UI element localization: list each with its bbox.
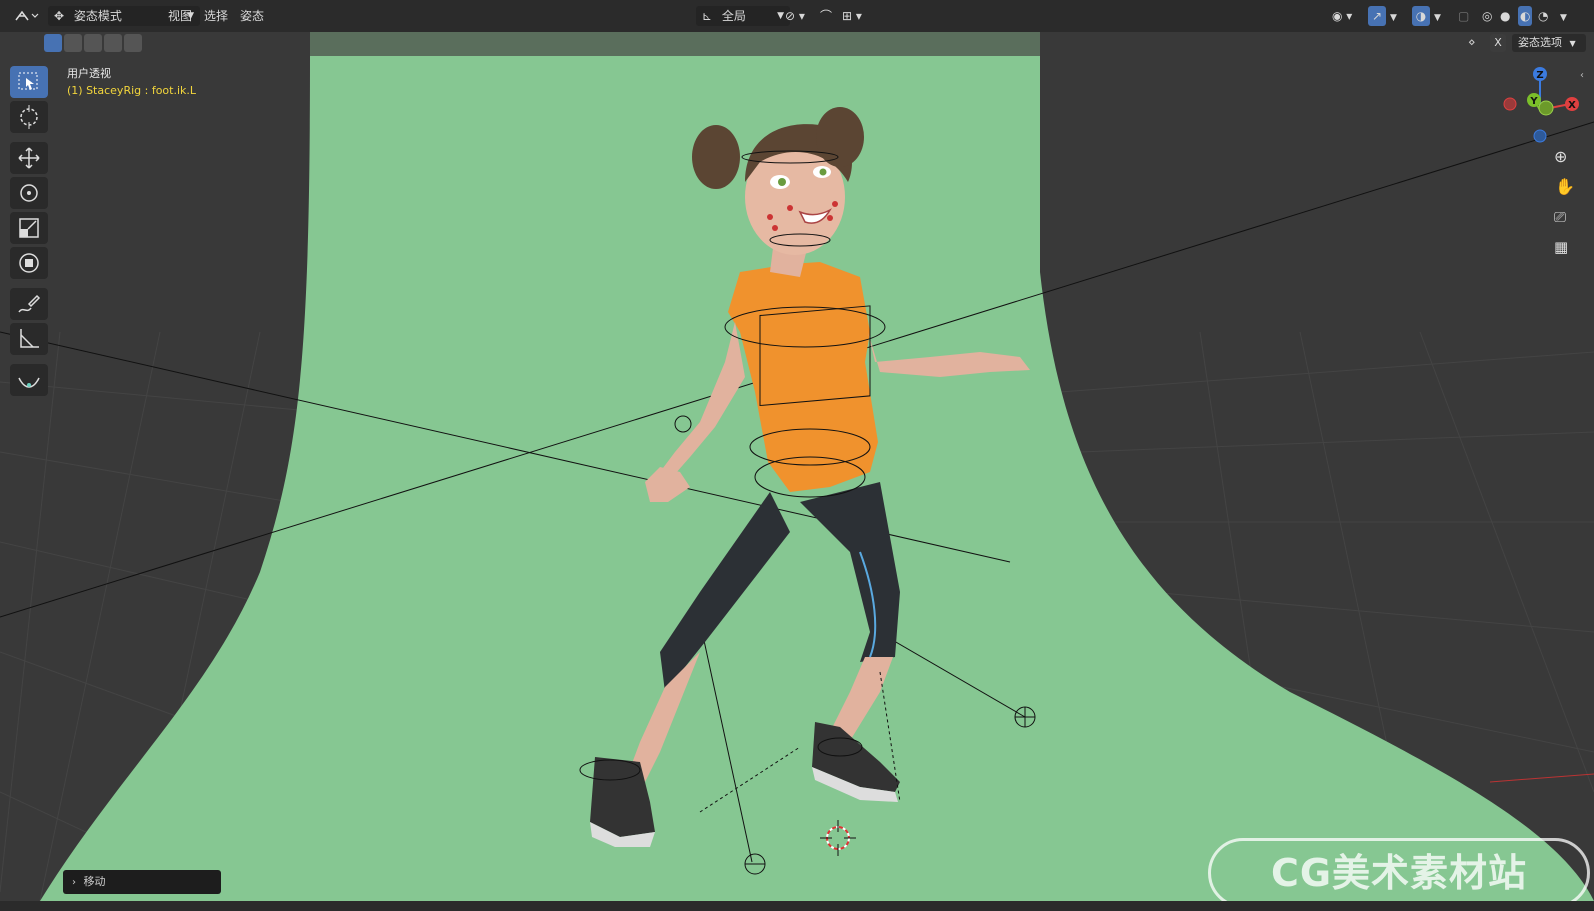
tool-select-box[interactable] xyxy=(10,66,48,98)
x-axis-line xyxy=(1489,773,1594,783)
pan-button[interactable]: ✋ xyxy=(1548,174,1576,202)
viewport-scene xyxy=(0,32,1594,901)
chevron-down-icon: ▼ xyxy=(1390,13,1397,23)
gizmo-y-label: Y xyxy=(1529,96,1538,107)
xray-icon: ▢ xyxy=(1458,9,1470,23)
move-icon xyxy=(18,147,40,169)
relax-pose-icon xyxy=(18,377,40,388)
mode-label: 姿态模式 xyxy=(73,9,122,23)
shading-dropdown[interactable]: ▼ xyxy=(1560,6,1567,26)
active-object-label: (1) StaceyRig : foot.ik.L xyxy=(67,84,197,97)
scale-icon xyxy=(19,218,39,238)
zoom-icon: ⊕ xyxy=(1554,147,1568,166)
watermark: CG美术素材站 xyxy=(1208,838,1590,901)
shading-rendered[interactable]: ◔ xyxy=(1538,6,1548,26)
pivot-point-button[interactable]: ⊘ ▾ xyxy=(785,6,805,26)
axis-icon: ⊾ xyxy=(702,9,713,23)
pivot-icon: ⊘ ▾ xyxy=(785,9,805,23)
visibility-button[interactable]: ◉ ▾ xyxy=(1332,6,1352,26)
magnet-icon: ⌒ xyxy=(820,9,833,23)
rotate-icon xyxy=(20,184,38,202)
select-subtract-icon[interactable] xyxy=(84,34,102,52)
chevron-down-icon: ▼ xyxy=(1569,39,1576,48)
camera-view-button[interactable]: ⎚ xyxy=(1548,204,1576,232)
select-invert-icon[interactable] xyxy=(104,34,122,52)
3d-viewport[interactable]: ⋄ X 姿态选项 ▼ 用户透视 (1) StaceyRig : foot.ik.… xyxy=(0,32,1594,901)
grid-icon: ▦ xyxy=(1554,238,1569,256)
gizmo-toggle[interactable]: ↗ xyxy=(1368,6,1386,26)
zoom-button[interactable]: ⊕ xyxy=(1548,144,1576,172)
hand-icon: ✋ xyxy=(1555,177,1575,196)
tool-shelf xyxy=(10,66,48,399)
editor-type-button[interactable] xyxy=(12,6,40,26)
overlay-toggle[interactable]: ◑ xyxy=(1412,6,1430,26)
select-new-icon[interactable] xyxy=(44,34,62,52)
gizmo-x-label: X xyxy=(1568,100,1576,111)
last-operator-panel[interactable]: › 移动 xyxy=(63,870,221,894)
orientation-label: 全局 xyxy=(721,9,746,23)
snap-target-button[interactable]: ⊞ ▾ xyxy=(842,6,862,26)
pose-options-dropdown[interactable]: 姿态选项 ▼ xyxy=(1512,34,1586,52)
operator-label: 移动 xyxy=(83,875,106,888)
shading-material[interactable]: ◐ xyxy=(1518,6,1533,26)
eye-icon: ◉ ▾ xyxy=(1332,9,1353,23)
chevron-down-icon: ▼ xyxy=(777,11,784,21)
tool-cursor[interactable] xyxy=(10,101,48,133)
overlay-dropdown[interactable]: ▼ xyxy=(1434,6,1441,26)
tool-relax-pose[interactable] xyxy=(10,364,48,396)
tool-annotate[interactable] xyxy=(10,288,48,320)
mirror-x-toggle[interactable]: X xyxy=(1490,34,1506,52)
mirror-icon[interactable]: ⋄ xyxy=(1468,35,1476,49)
select-extend-icon[interactable] xyxy=(64,34,82,52)
gizmo-icon: ↗ xyxy=(1371,9,1383,23)
tool-measure[interactable] xyxy=(10,323,48,355)
editor-type-icon xyxy=(15,10,39,21)
navigation-gizmo[interactable]: Z X Y xyxy=(1492,62,1582,152)
sidebar-toggle-icon[interactable]: ‹ xyxy=(1580,70,1584,81)
selection-mode-group xyxy=(44,34,142,54)
select-intersect-icon[interactable] xyxy=(124,34,142,52)
gizmo-dropdown[interactable]: ▼ xyxy=(1390,6,1397,26)
view-name: 用户透视 xyxy=(67,67,111,80)
menu-pose[interactable]: 姿态 xyxy=(240,6,264,26)
ortho-toggle-button[interactable]: ▦ xyxy=(1548,234,1576,262)
shading-wireframe[interactable]: ◎ xyxy=(1482,6,1492,26)
pose-options-label: 姿态选项 xyxy=(1518,36,1562,49)
chevron-down-icon: ▼ xyxy=(1434,13,1441,23)
xray-toggle[interactable]: ▢ xyxy=(1458,6,1469,26)
transform-icon xyxy=(19,253,39,273)
chevron-down-icon: ▼ xyxy=(1560,13,1567,23)
rendered-sphere-icon: ◔ xyxy=(1538,9,1549,23)
snap-toggle[interactable]: ⌒ xyxy=(820,6,832,26)
overlay-icon: ◑ xyxy=(1415,9,1427,23)
camera-icon: ⎚ xyxy=(1554,208,1567,226)
pose-mode-icon: ✥ xyxy=(54,9,65,23)
material-sphere-icon: ◐ xyxy=(1520,9,1531,23)
viewport-header: ✥ 姿态模式 ▼ 视图 选择 姿态 ⊾ 全局 ▼ ⊘ ▾ ⌒ ⊞ ▾ ◉ ▾ ↗… xyxy=(0,0,1594,33)
status-bar xyxy=(0,901,1594,911)
camera-frame-top xyxy=(310,32,1040,56)
tool-rotate[interactable] xyxy=(10,177,48,209)
cursor-icon xyxy=(20,105,38,129)
wireframe-sphere-icon: ◎ xyxy=(1482,9,1493,23)
measure-icon xyxy=(20,329,39,348)
shading-solid[interactable]: ● xyxy=(1500,6,1510,26)
tool-transform[interactable] xyxy=(10,247,48,279)
menu-view[interactable]: 视图 xyxy=(168,6,192,26)
menu-select[interactable]: 选择 xyxy=(204,6,228,26)
select-box-icon xyxy=(18,72,38,90)
tool-move[interactable] xyxy=(10,142,48,174)
solid-sphere-icon: ● xyxy=(1500,9,1511,23)
snap-grid-icon: ⊞ ▾ xyxy=(842,9,862,23)
chevron-right-icon: › xyxy=(72,877,76,888)
annotate-icon xyxy=(18,294,41,313)
gizmo-z-label: Z xyxy=(1536,70,1543,81)
viewport-info: 用户透视 (1) StaceyRig : foot.ik.L xyxy=(67,65,196,99)
orientation-dropdown[interactable]: ⊾ 全局 ▼ xyxy=(696,6,790,26)
tool-scale[interactable] xyxy=(10,212,48,244)
